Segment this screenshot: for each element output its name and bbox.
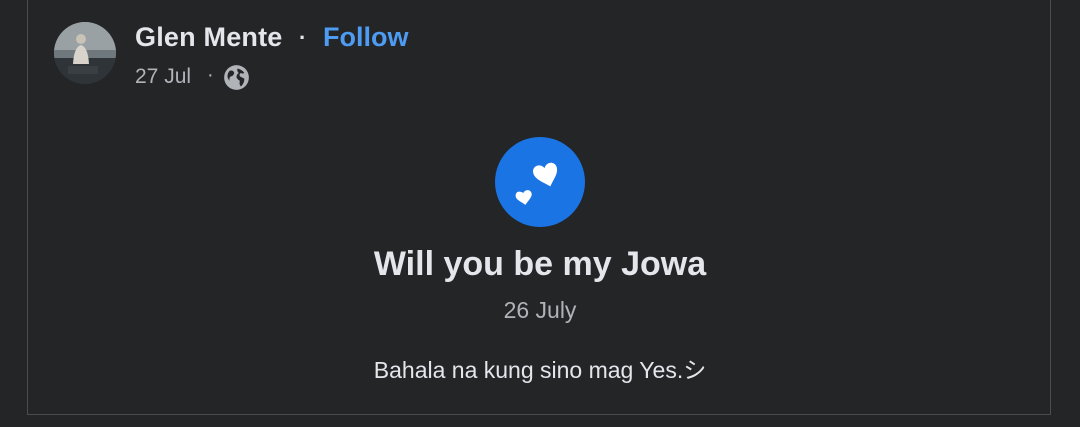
globe-icon[interactable] [223,64,250,91]
date-separator: · [207,64,214,86]
event-title[interactable]: Will you be my Jowa [0,245,1080,284]
post-card-page: Glen Mente · Follow 27 Jul · Will you be… [0,0,1080,427]
author-name[interactable]: Glen Mente [135,22,283,53]
follow-button[interactable]: Follow [323,22,408,53]
header-separator: · [299,25,307,50]
event-description: Bahala na kung sino mag Yes.シ [373,357,707,383]
event-date: 26 July [503,297,577,323]
avatar[interactable] [54,22,116,84]
event-hearts-icon [495,137,585,227]
post-date[interactable]: 27 Jul [135,65,191,89]
